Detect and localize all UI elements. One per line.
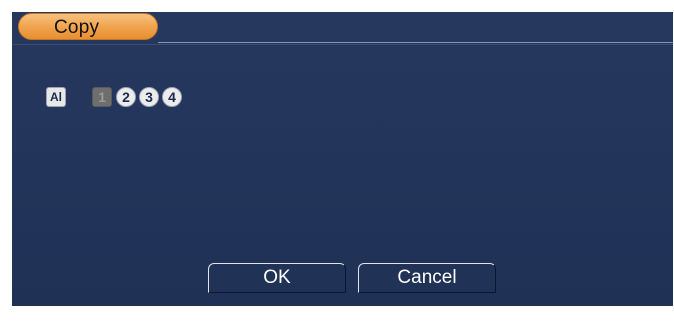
select-all-checkbox[interactable]: Al [46,87,66,107]
title-bar: Copy [12,12,673,45]
cancel-button[interactable]: Cancel [358,263,496,293]
dialog-title: Copy [54,17,100,38]
title-divider [158,42,673,43]
title-tab: Copy [18,13,158,40]
copy-dialog: Copy Al 1 2 3 4 OK Cancel [12,12,673,306]
title-divider-shadow [12,44,673,45]
channel-4-checkbox[interactable]: 4 [162,87,182,107]
channel-1-checkbox: 1 [92,87,112,107]
ok-button[interactable]: OK [208,263,346,293]
channel-3-checkbox[interactable]: 3 [139,87,159,107]
channel-2-checkbox[interactable]: 2 [116,87,136,107]
